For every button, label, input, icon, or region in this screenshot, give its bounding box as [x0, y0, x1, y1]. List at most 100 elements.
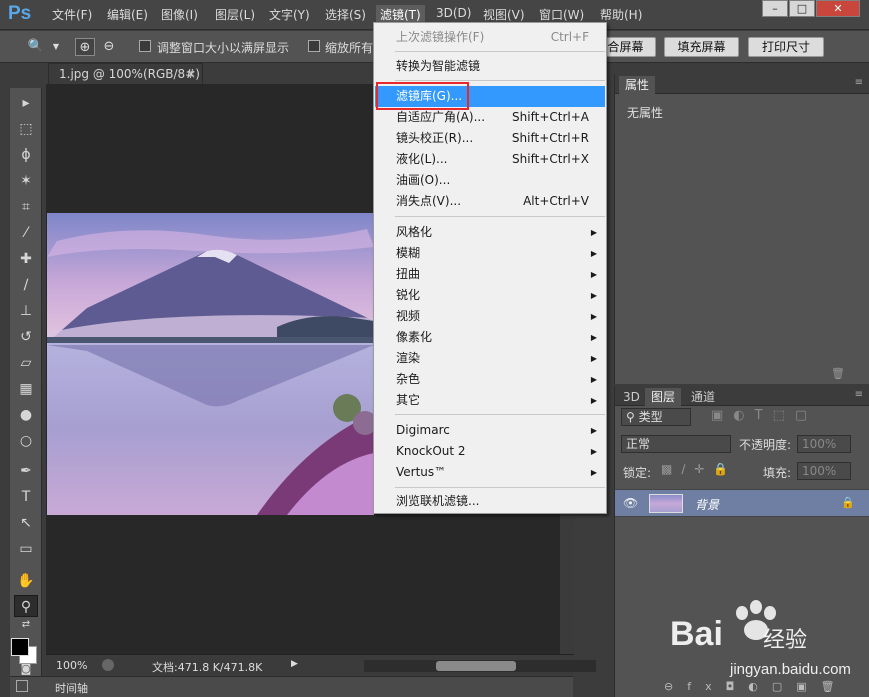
- menu-item-smart-filter[interactable]: 转换为智能滤镜: [375, 56, 605, 77]
- opacity-label: 不透明度:: [739, 438, 792, 452]
- eraser-tool-icon[interactable]: ▱: [14, 352, 38, 374]
- brush-tool-icon[interactable]: ∕: [14, 274, 38, 296]
- submenu-arrow-icon: ▶: [590, 291, 597, 300]
- zoom-tool-icon[interactable]: 🔍: [26, 38, 46, 56]
- menu-window[interactable]: 窗口(W): [539, 6, 584, 23]
- history-brush-tool-icon[interactable]: ↺: [14, 326, 38, 348]
- close-button[interactable]: ✕: [816, 0, 860, 17]
- opacity-input[interactable]: 100%: [797, 435, 851, 453]
- menu-edit[interactable]: 编辑(E): [107, 6, 148, 23]
- menu-item-stylize[interactable]: 风格化 ▶: [375, 222, 605, 243]
- zoom-tool-icon[interactable]: ⚲: [14, 595, 38, 617]
- marquee-tool-icon[interactable]: ⬚: [14, 118, 38, 140]
- document-image[interactable]: [47, 213, 374, 515]
- minimize-button[interactable]: –: [762, 0, 788, 17]
- trash-icon[interactable]: 🗑: [831, 367, 845, 380]
- move-tool-icon[interactable]: ▸: [14, 92, 38, 114]
- horizontal-scrollbar[interactable]: [364, 660, 596, 672]
- menu-item-other[interactable]: 其它 ▶: [375, 390, 605, 411]
- menu-item-sharpen[interactable]: 锐化 ▶: [375, 285, 605, 306]
- horizontal-scroll-thumb[interactable]: [436, 661, 516, 671]
- zoom-all-checkbox[interactable]: [308, 40, 320, 52]
- menu-type[interactable]: 文字(Y): [269, 6, 310, 23]
- gradient-tool-icon[interactable]: ▦: [14, 378, 38, 400]
- layer-name[interactable]: 背景: [695, 496, 719, 513]
- timeline-toggle-icon[interactable]: [16, 680, 28, 692]
- submenu-arrow-icon: ▶: [590, 396, 597, 405]
- menu-item-vanishing-point[interactable]: 消失点(V)... Alt+Ctrl+V: [375, 191, 605, 212]
- eyedropper-tool-icon[interactable]: ⁄: [14, 222, 38, 244]
- document-tab[interactable]: 1.jpg @ 100%(RGB/8#) ×: [48, 63, 203, 85]
- search-icon: ⚲: [626, 410, 639, 424]
- menu-item-liquify[interactable]: 液化(L)... Shift+Ctrl+X: [375, 149, 605, 170]
- healing-brush-tool-icon[interactable]: ✚: [14, 248, 38, 270]
- menu-item-render[interactable]: 渲染 ▶: [375, 348, 605, 369]
- photoshop-logo: Ps: [8, 3, 32, 24]
- path-selection-tool-icon[interactable]: ↖: [14, 512, 38, 534]
- layer-filter-select[interactable]: ⚲ 类型: [621, 408, 691, 426]
- pen-tool-icon[interactable]: ✒: [14, 460, 38, 482]
- layers-panel-menu-icon[interactable]: ≡: [855, 389, 863, 400]
- tab-layers[interactable]: 图层: [645, 388, 682, 406]
- menu-select[interactable]: 选择(S): [325, 6, 366, 23]
- magic-wand-tool-icon[interactable]: ✶: [14, 170, 38, 192]
- menu-item-vertus[interactable]: Vertus™ ▶: [375, 462, 605, 483]
- eye-icon[interactable]: 👁: [623, 496, 638, 510]
- baidu-watermark: Bai 经验 jingyan.baidu.com: [668, 597, 868, 695]
- menu-item-blur[interactable]: 模糊 ▶: [375, 243, 605, 264]
- tab-properties[interactable]: 属性: [619, 76, 656, 94]
- hand-tool-icon[interactable]: ✋: [14, 570, 38, 592]
- menu-item-adaptive-wide-angle[interactable]: 自适应广角(A)... Shift+Ctrl+A: [375, 107, 605, 128]
- print-size-button[interactable]: 打印尺寸: [748, 37, 824, 57]
- shape-tool-icon[interactable]: ▭: [14, 538, 38, 560]
- layer-row-background[interactable]: 👁 背景 🔒: [615, 489, 869, 517]
- timeline-label[interactable]: 时间轴: [55, 680, 88, 696]
- menu-item-last-filter[interactable]: 上次滤镜操作(F) Ctrl+F: [375, 27, 605, 48]
- menu-file[interactable]: 文件(F): [52, 6, 92, 23]
- menu-item-knockout[interactable]: KnockOut 2 ▶: [375, 441, 605, 462]
- properties-panel: 属性 ≡ 无属性 🗑: [614, 74, 869, 384]
- menu-separator: [395, 487, 605, 488]
- menu-image[interactable]: 图像(I): [161, 6, 198, 23]
- lock-icons[interactable]: ▩∕✛🔒: [661, 462, 737, 476]
- menu-separator: [395, 80, 605, 81]
- panel-menu-icon[interactable]: ≡: [855, 77, 863, 88]
- menu-item-video[interactable]: 视频 ▶: [375, 306, 605, 327]
- menu-item-oil-paint[interactable]: 油画(O)...: [375, 170, 605, 191]
- type-tool-icon[interactable]: T: [14, 486, 38, 508]
- dodge-tool-icon[interactable]: ○: [14, 430, 38, 452]
- fill-screen-button[interactable]: 填充屏幕: [664, 37, 739, 57]
- fill-input[interactable]: 100%: [797, 462, 851, 480]
- tab-3d[interactable]: 3D: [617, 388, 646, 406]
- clone-stamp-tool-icon[interactable]: ⊥: [14, 300, 38, 322]
- status-info-icon[interactable]: [102, 659, 114, 671]
- menu-item-distort[interactable]: 扭曲 ▶: [375, 264, 605, 285]
- menu-3d[interactable]: 3D(D): [436, 6, 471, 20]
- crop-tool-icon[interactable]: ⌗: [14, 196, 38, 218]
- maximize-button[interactable]: □: [789, 0, 815, 17]
- menu-item-digimarc[interactable]: Digimarc ▶: [375, 420, 605, 441]
- tools-panel: ▸ ⬚ ϕ ✶ ⌗ ⁄ ✚ ∕ ⊥ ↺ ▱ ▦ ● ○ ✒ T ↖ ▭ ✋ ⚲ …: [10, 88, 42, 678]
- menu-help[interactable]: 帮助(H): [600, 6, 642, 23]
- blend-mode-select[interactable]: 正常: [621, 435, 731, 453]
- menu-item-lens-correction[interactable]: 镜头校正(R)... Shift+Ctrl+R: [375, 128, 605, 149]
- menu-item-browse-online-filters[interactable]: 浏览联机滤镜...: [375, 491, 605, 512]
- menu-layer[interactable]: 图层(L): [215, 6, 255, 23]
- lasso-tool-icon[interactable]: ϕ: [14, 144, 38, 166]
- menu-view[interactable]: 视图(V): [483, 6, 525, 23]
- tab-close-icon[interactable]: ×: [186, 64, 196, 84]
- chevron-down-icon[interactable]: ▼: [50, 38, 62, 56]
- resize-windows-checkbox[interactable]: [139, 40, 151, 52]
- status-arrow-icon[interactable]: ▶: [291, 659, 298, 669]
- zoom-out-icon[interactable]: ⊖: [99, 38, 119, 56]
- menu-item-pixelate[interactable]: 像素化 ▶: [375, 327, 605, 348]
- foreground-color-swatch[interactable]: [11, 638, 29, 656]
- tab-channels[interactable]: 通道: [685, 388, 721, 406]
- menu-item-noise[interactable]: 杂色 ▶: [375, 369, 605, 390]
- zoom-level[interactable]: 100%: [56, 659, 87, 672]
- swap-colors-icon[interactable]: ⇄: [14, 618, 38, 632]
- submenu-arrow-icon: ▶: [590, 375, 597, 384]
- zoom-in-icon[interactable]: ⊕: [75, 38, 95, 56]
- blur-tool-icon[interactable]: ●: [14, 404, 38, 426]
- layer-filter-icons[interactable]: ▣◐T⬚▢: [711, 408, 817, 423]
